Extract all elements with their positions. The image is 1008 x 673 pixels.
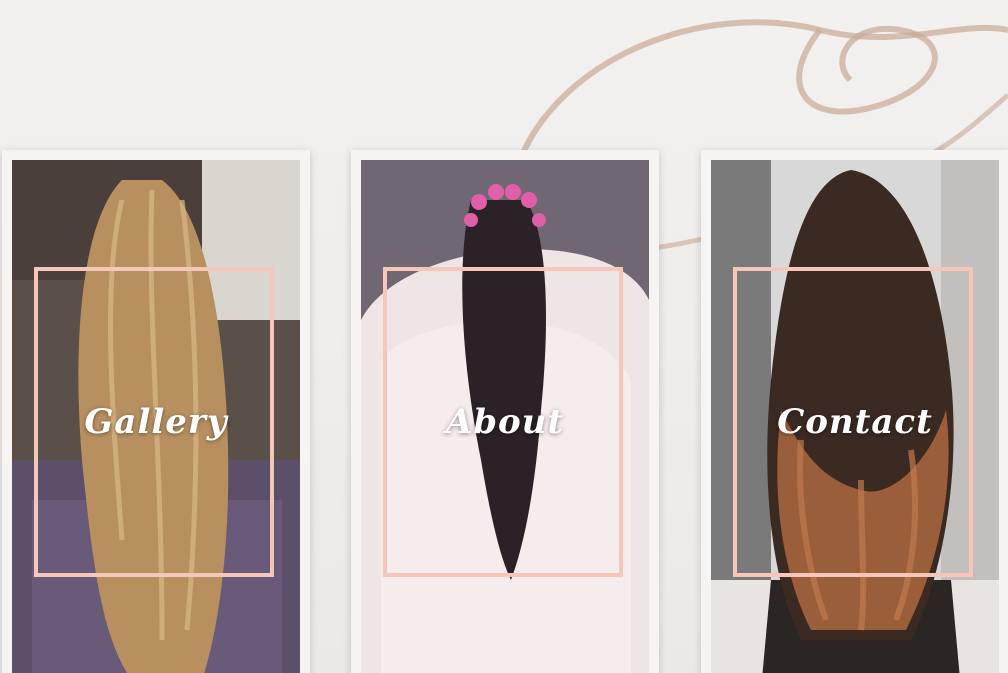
gallery-link[interactable]: Gallery [2,402,310,442]
contact-link[interactable]: Contact [701,402,1008,442]
gallery-card[interactable]: Gallery [2,150,310,673]
about-card[interactable]: About [351,150,659,673]
contact-card[interactable]: Contact [701,150,1008,673]
about-link[interactable]: About [351,402,659,442]
